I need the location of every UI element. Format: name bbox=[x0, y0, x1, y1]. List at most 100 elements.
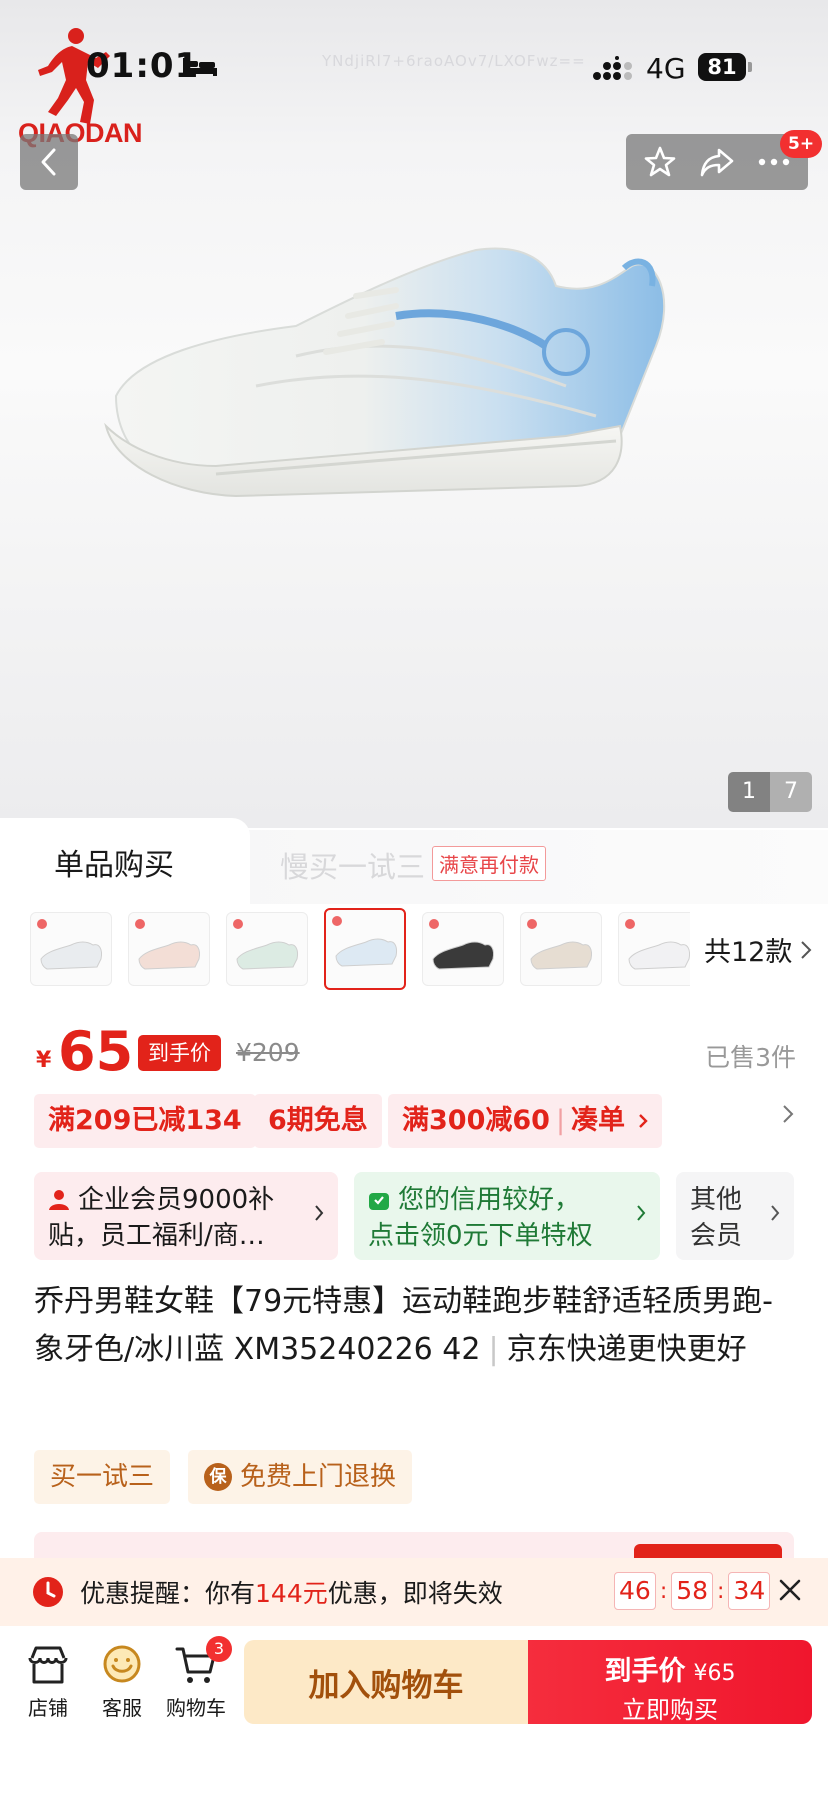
chevron-right-icon bbox=[315, 1205, 324, 1221]
service-tags: 买一试三 保 免费上门退换 bbox=[34, 1450, 413, 1504]
variant-logo-icon bbox=[625, 919, 635, 929]
shop-icon bbox=[28, 1646, 68, 1684]
variant-shoe-icon bbox=[138, 941, 200, 970]
variant-shoe-icon bbox=[628, 941, 690, 970]
variant-logo-icon bbox=[37, 919, 47, 929]
gallery-page-indicator: 1 7 bbox=[728, 772, 812, 812]
gallery-current-page: 1 bbox=[728, 772, 770, 812]
countdown-timer: 46 : 58 : 34 bbox=[614, 1572, 771, 1610]
shipping-label: 京东快递更快更好 bbox=[506, 1332, 747, 1367]
product-image-shoe bbox=[104, 247, 666, 498]
bottom-action-bar: 店铺 客服 购物车 3 加入购物车 到手价 ¥65 立即购买 bbox=[0, 1626, 828, 1801]
countdown-minutes: 58 bbox=[671, 1572, 714, 1610]
promo-discount-label: 满209已减134 bbox=[48, 1105, 242, 1136]
chevron-right-icon bbox=[771, 1205, 780, 1221]
promo-installment[interactable]: 6期免息 bbox=[254, 1094, 382, 1148]
battery-icon: 81 bbox=[698, 53, 746, 81]
variant-thumb-white-black[interactable] bbox=[422, 912, 504, 986]
gallery-total-pages: 7 bbox=[770, 772, 812, 812]
back-button[interactable] bbox=[20, 134, 78, 190]
promotion-chips: 满209已减134 6期免息 满300减60 | 凑单 bbox=[34, 1094, 794, 1148]
enterprise-member-card[interactable]: 企业会员9000补 贴，员工福利/商… bbox=[34, 1172, 338, 1260]
promo-discount[interactable]: 满209已减134 bbox=[34, 1094, 256, 1148]
signal-icon bbox=[593, 56, 632, 80]
price-value: 65 bbox=[58, 1020, 134, 1083]
close-icon[interactable] bbox=[776, 1576, 804, 1604]
cart-count-badge: 3 bbox=[206, 1636, 232, 1662]
tab-single-purchase[interactable]: 单品购买 bbox=[0, 818, 250, 904]
chevron-left-icon bbox=[41, 148, 56, 176]
variant-logo-icon bbox=[527, 919, 537, 929]
reminder-prefix: 优惠提醒：你有 bbox=[80, 1579, 256, 1608]
final-price-tag: 到手价 bbox=[138, 1035, 221, 1071]
variant-shoe-icon bbox=[530, 941, 592, 970]
cart-label: 购物车 bbox=[166, 1696, 226, 1720]
variant-thumb-white-silver[interactable] bbox=[30, 912, 112, 986]
buy-now-label: 立即购买 bbox=[622, 1696, 718, 1724]
tab-try-three-label: 慢买一试三 bbox=[280, 850, 426, 884]
share-icon[interactable] bbox=[699, 146, 735, 178]
chevron-right-icon bbox=[801, 940, 812, 959]
promo-installment-label: 6期免息 bbox=[268, 1105, 368, 1136]
sold-count: 已售3件 bbox=[705, 1043, 796, 1072]
tab-single-purchase-label: 单品购买 bbox=[54, 848, 174, 883]
promo-threshold-label: 满300减60 bbox=[402, 1105, 550, 1136]
purchase-mode-tabs: 慢买一试三 满意再付款 单品购买 bbox=[0, 818, 828, 904]
all-variants-link[interactable]: 共12款 bbox=[704, 930, 812, 969]
credit-card-line2: 点击领0元下单特权 bbox=[368, 1221, 593, 1251]
shop-button[interactable]: 店铺 bbox=[10, 1644, 86, 1721]
credit-bag-icon bbox=[369, 1193, 389, 1210]
promo-threshold[interactable]: 满300减60 | 凑单 bbox=[388, 1094, 663, 1148]
variant-logo-icon bbox=[233, 919, 243, 929]
product-gallery[interactable]: QIAODAN 01:01 YNdjiRl7+6raoAOv7/LXOFwz==… bbox=[0, 0, 828, 828]
variant-shoe-icon bbox=[40, 941, 102, 970]
all-variants-label: 共12款 bbox=[704, 937, 793, 968]
add-to-cart-button[interactable]: 加入购物车 bbox=[244, 1640, 528, 1724]
star-icon[interactable] bbox=[643, 145, 677, 179]
customer-service-button[interactable]: 客服 bbox=[84, 1644, 160, 1721]
price-row: ¥ 65 到手价 ¥209 已售3件 bbox=[36, 1018, 796, 1083]
credit-privilege-card[interactable]: 您的信用较好， 点击领0元下单特权 bbox=[354, 1172, 660, 1260]
more-icon[interactable] bbox=[757, 157, 791, 167]
reminder-text: 优惠提醒：你有144元优惠，即将失效 bbox=[80, 1574, 503, 1610]
member-card-line2: 贴，员工福利/商… bbox=[48, 1221, 265, 1251]
credit-card-line1: 您的信用较好， bbox=[398, 1185, 581, 1215]
reminder-amount: 144元 bbox=[255, 1579, 328, 1608]
guarantee-icon: 保 bbox=[204, 1463, 233, 1491]
sleep-mode-icon bbox=[183, 58, 217, 76]
tab-try-three[interactable]: 慢买一试三 满意再付款 bbox=[222, 830, 828, 904]
clock-icon bbox=[33, 1577, 63, 1607]
buy-now-button[interactable]: 到手价 ¥65 立即购买 bbox=[528, 1640, 812, 1724]
chevron-right-icon[interactable] bbox=[782, 1104, 794, 1124]
variant-logo-icon bbox=[135, 919, 145, 929]
variant-thumb-ivory-blue[interactable] bbox=[324, 908, 406, 990]
shop-label: 店铺 bbox=[28, 1696, 68, 1720]
person-icon bbox=[49, 1190, 69, 1210]
countdown-separator: : bbox=[717, 1578, 725, 1604]
countdown-hours: 46 bbox=[614, 1572, 656, 1610]
other-member-card[interactable]: 其他 会员 bbox=[676, 1172, 794, 1260]
variant-shoe-icon bbox=[432, 941, 494, 970]
customer-service-icon bbox=[103, 1645, 141, 1683]
add-items-link[interactable]: 凑单 bbox=[571, 1105, 625, 1136]
customer-service-label: 客服 bbox=[102, 1696, 142, 1720]
pay-later-tag: 满意再付款 bbox=[432, 846, 546, 881]
try-three-tag[interactable]: 买一试三 bbox=[34, 1450, 171, 1504]
buy-price-label: 到手价 bbox=[604, 1656, 686, 1687]
try-three-tag-label: 买一试三 bbox=[50, 1462, 155, 1492]
free-return-tag[interactable]: 保 免费上门退换 bbox=[188, 1450, 413, 1504]
variant-thumb-pure-white[interactable] bbox=[618, 912, 690, 986]
free-return-label: 免费上门退换 bbox=[240, 1462, 397, 1492]
chevron-right-icon bbox=[639, 1114, 649, 1128]
battery-tip bbox=[748, 62, 752, 72]
countdown-separator: : bbox=[659, 1578, 668, 1604]
cart-button[interactable]: 购物车 3 bbox=[158, 1636, 234, 1721]
price-currency: ¥ bbox=[36, 1048, 52, 1073]
variant-thumb-beige[interactable] bbox=[520, 912, 602, 986]
variant-thumb-white-green[interactable] bbox=[226, 912, 308, 986]
reminder-suffix: 优惠，即将失效 bbox=[327, 1579, 503, 1608]
other-card-line1: 其他 bbox=[690, 1185, 743, 1215]
variant-thumb-white-pink[interactable] bbox=[128, 912, 210, 986]
discount-reminder-bar: 优惠提醒：你有144元优惠，即将失效 46 : 58 : 34 bbox=[0, 1558, 828, 1626]
variant-logo-icon bbox=[332, 916, 342, 926]
